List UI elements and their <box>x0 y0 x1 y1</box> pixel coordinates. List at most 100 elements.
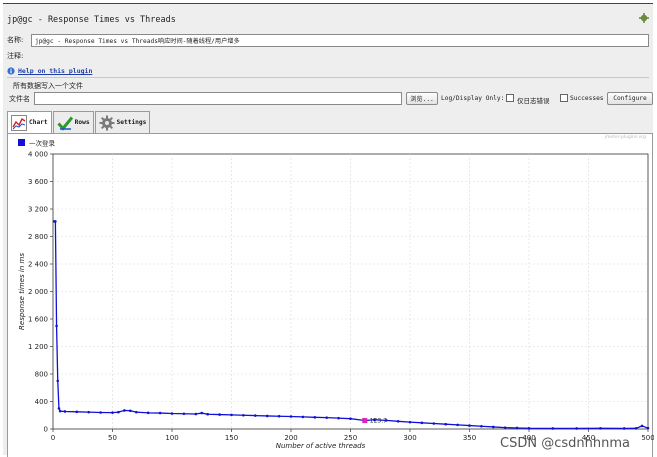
errors-label: 仅日志错误 <box>517 97 550 105</box>
data-point <box>480 424 483 428</box>
x-tick-label: 250 <box>344 434 357 442</box>
legend-swatch <box>18 139 25 146</box>
write-all-row: 所有数据写入一个文件 <box>7 81 649 91</box>
data-point <box>301 415 305 419</box>
x-tick-label: 50 <box>108 434 117 442</box>
y-tick-label: 2 400 <box>28 261 48 269</box>
app-window: jp@gc - Response Times vs Threads 名称: jp… <box>0 0 657 457</box>
successes-checkbox[interactable] <box>560 94 568 102</box>
x-tick-label: 0 <box>51 434 55 442</box>
data-point <box>242 413 245 417</box>
data-point <box>158 411 162 415</box>
tab-bar: Chart Rows Settings <box>7 111 151 133</box>
data-point <box>289 415 293 418</box>
data-point <box>337 416 340 420</box>
data-point <box>277 414 281 418</box>
data-point <box>129 409 132 413</box>
data-point <box>515 426 519 430</box>
data-point <box>396 420 400 423</box>
data-point <box>444 422 448 426</box>
y-tick-label: 2 800 <box>28 233 48 241</box>
data-point <box>265 414 269 418</box>
tab-settings[interactable]: Settings <box>94 111 151 133</box>
data-point <box>503 426 507 429</box>
name-label: 名称: <box>7 36 24 44</box>
tab-rows-label: Rows <box>74 119 90 126</box>
data-point <box>622 427 626 430</box>
gear-icon[interactable] <box>639 13 649 23</box>
data-point <box>54 220 57 223</box>
x-tick-label: 200 <box>284 434 297 442</box>
file-label: 文件名 <box>9 95 30 103</box>
data-point <box>325 416 329 419</box>
successes-label: Successes <box>570 95 604 102</box>
data-point <box>57 407 61 410</box>
data-point <box>456 423 459 427</box>
divider <box>7 77 649 78</box>
chart-credit: jmeter-plugins.org <box>604 134 646 140</box>
tab-chart-label: Chart <box>29 119 48 126</box>
file-row: 文件名 浏览... Log/Display Only: 仅日志错误 Succes… <box>7 91 653 106</box>
settings-gear-icon <box>99 115 115 130</box>
name-row: 名称: jp@gc - Response Times vs Threads响应时… <box>7 33 649 47</box>
x-axis-title: Number of active threads <box>276 442 366 450</box>
data-point <box>55 324 58 328</box>
data-point <box>170 412 174 415</box>
data-point <box>56 379 60 383</box>
name-field[interactable]: jp@gc - Response Times vs Threads响应时间-随着… <box>31 33 649 47</box>
data-point <box>218 413 221 416</box>
data-point <box>182 412 186 416</box>
data-point <box>117 410 120 414</box>
data-point <box>527 427 531 430</box>
data-point <box>492 425 495 429</box>
comment-row: 注释: <box>7 50 649 62</box>
x-tick-label: 500 <box>641 434 654 442</box>
data-point <box>230 413 233 417</box>
response-times-chart: 0 400 800 1 200 1 600 2 000 2 400 2 800 3 200 3 6… <box>18 134 654 450</box>
data-point <box>146 411 150 415</box>
y-tick-label: 800 <box>35 371 48 379</box>
title-row: jp@gc - Response Times vs Threads <box>7 14 649 26</box>
data-point <box>408 420 412 424</box>
tab-rows[interactable]: Rows <box>52 111 94 133</box>
comment-label: 注释: <box>7 52 24 60</box>
help-row: Help on this plugin <box>7 66 649 76</box>
y-tick-label: 4 000 <box>28 151 48 159</box>
data-point <box>349 417 352 420</box>
configure-button[interactable]: Configure <box>607 92 653 105</box>
data-point <box>111 411 114 414</box>
y-tick-label: 1 600 <box>28 316 48 324</box>
help-link[interactable]: Help on this plugin <box>18 67 92 75</box>
data-point <box>551 427 555 430</box>
data-point <box>432 422 436 425</box>
info-icon <box>7 67 15 75</box>
tab-chart[interactable]: Chart <box>7 111 52 133</box>
y-tick-label: 0 <box>44 426 48 434</box>
filename-input[interactable] <box>34 92 402 105</box>
visualizer-panel: jp@gc - Response Times vs Threads 名称: jp… <box>3 3 654 457</box>
highlight-label: 123.7 <box>370 418 387 425</box>
x-tick-label: 300 <box>403 434 416 442</box>
data-point <box>58 409 62 413</box>
data-point <box>63 410 67 413</box>
errors-checkbox[interactable] <box>506 94 514 102</box>
y-tick-label: 1 200 <box>28 343 48 351</box>
data-point <box>99 411 102 414</box>
tab-settings-label: Settings <box>116 119 147 126</box>
y-tick-label: 3 200 <box>28 206 48 214</box>
data-point <box>313 416 317 419</box>
y-tick-label: 3 600 <box>28 178 48 186</box>
x-tick-label: 150 <box>225 434 238 442</box>
data-point <box>468 424 471 427</box>
data-point <box>194 412 198 416</box>
x-tick-label: 100 <box>165 434 178 442</box>
legend-label: 一次登录 <box>29 139 56 148</box>
browse-button[interactable]: 浏览... <box>406 92 438 105</box>
watermark: CSDN @csdnhhnma <box>500 436 630 451</box>
y-tick-label: 400 <box>35 398 48 406</box>
checkmark-icon <box>57 116 73 131</box>
chart-icon <box>11 114 27 131</box>
y-tick-label: 2 000 <box>28 288 48 296</box>
data-point <box>123 409 126 412</box>
data-point <box>646 426 650 430</box>
